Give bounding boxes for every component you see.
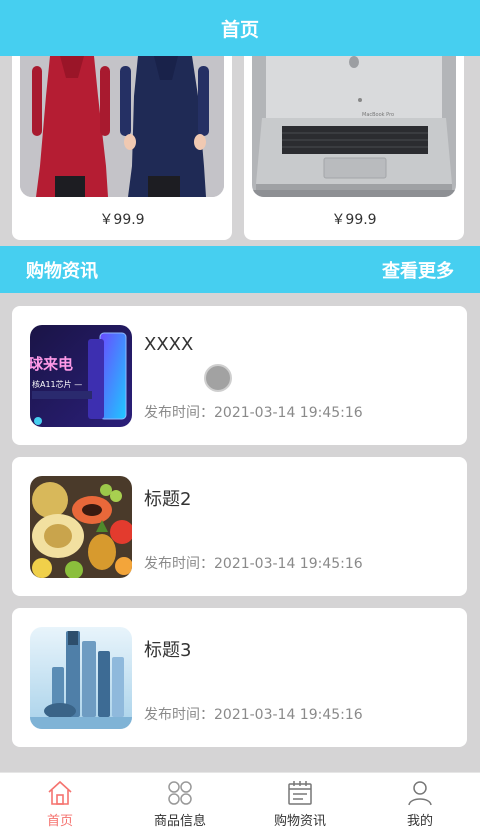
page-title: 首页 [220,18,259,41]
thumb-subline: 核A11芯片 — [32,379,82,389]
svg-text:MacBook Pro: MacBook Pro [362,112,394,118]
grid-icon [166,779,194,807]
news-title: 标题2 [144,489,192,510]
tab-home[interactable]: 首页 [0,773,120,830]
news-time-value: 2021-03-14 19:45:16 [214,405,363,421]
user-icon [406,779,434,807]
bottom-tab-bar: 首页 商品信息 购物资讯 我的 [0,772,480,830]
product-price: ￥99.9 [331,212,377,228]
news-thumbnail-phone: 球来电 核A11芯片 — [30,325,132,427]
news-time-value: 2021-03-14 19:45:16 [214,556,363,572]
news-item[interactable]: 标题3 发布时间：2021-03-14 19:45:16 [12,608,467,747]
product-image-laptop[interactable]: MacBook Pro [252,56,456,197]
view-more-link[interactable]: 查看更多 [382,257,454,283]
news-section-header: 购物资讯 查看更多 [0,246,480,293]
tab-label: 我的 [406,814,433,829]
news-title: XXXX [144,334,194,355]
product-price: ￥99.9 [99,212,145,228]
home-icon [46,779,74,807]
product-card[interactable]: ￥99.9 [12,56,232,240]
tab-label: 首页 [46,814,73,829]
news-time-label: 发布时间： [144,707,214,723]
product-card[interactable]: MacBook Pro ￥99.9 [244,56,464,240]
tab-label: 商品信息 [153,814,206,829]
tab-label: 购物资讯 [273,814,326,829]
section-title: 购物资讯 [26,260,98,282]
app-header: 首页 [0,0,480,56]
thumb-headline: 球来电 [30,355,73,373]
news-time-value: 2021-03-14 19:45:16 [214,707,363,723]
news-item[interactable]: 标题2 发布时间：2021-03-14 19:45:16 [12,457,467,596]
news-item[interactable]: 球来电 核A11芯片 — XXXX 发布时间：2021-03-14 19:45:… [12,306,467,445]
product-list: ￥99.9 MacBook Pro ￥99.9 [0,56,480,246]
page: 首页 ￥99.9 MacBook Pro ￥99.9 购物资讯 查看更多 球来电… [0,0,480,830]
tab-news[interactable]: 购物资讯 [240,773,360,830]
calendar-icon [286,779,314,807]
news-time: 发布时间：2021-03-14 19:45:16 [144,553,363,573]
news-title: 标题3 [144,640,192,661]
news-time-label: 发布时间： [144,556,214,572]
product-image-dresses[interactable] [20,56,224,197]
news-thumbnail-cosmetics [30,627,132,729]
news-time: 发布时间：2021-03-14 19:45:16 [144,704,363,724]
news-thumbnail-fruit [30,476,132,578]
tab-profile[interactable]: 我的 [360,773,480,830]
loading-indicator [204,364,232,392]
news-time: 发布时间：2021-03-14 19:45:16 [144,402,363,422]
tab-products[interactable]: 商品信息 [120,773,240,830]
news-time-label: 发布时间： [144,405,214,421]
